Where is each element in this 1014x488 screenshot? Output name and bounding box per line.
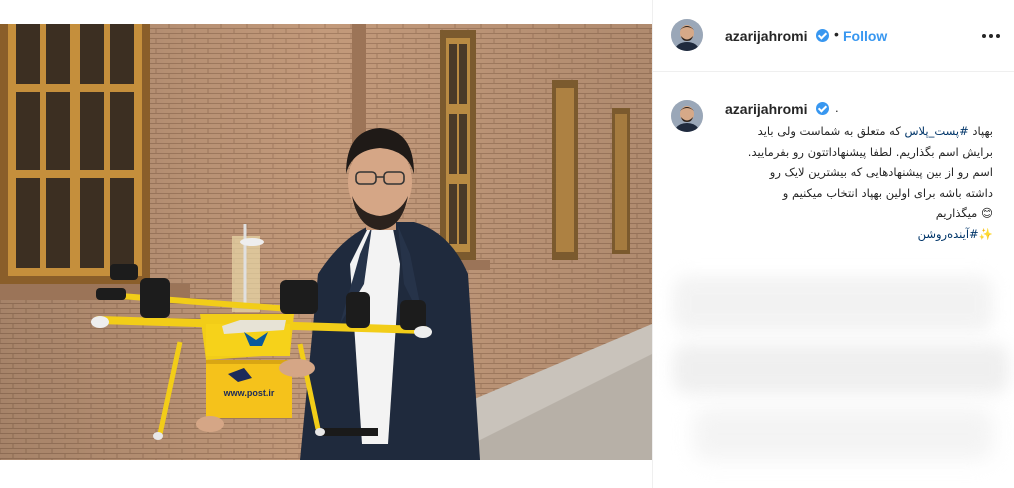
more-options-icon[interactable] <box>981 26 1001 46</box>
avatar[interactable] <box>671 19 703 51</box>
blurred-comments <box>653 240 1014 488</box>
post-header: azarijahromi • Follow <box>653 0 1014 72</box>
avatar-image <box>671 19 703 51</box>
instagram-post: www.post.ir azarijahromi • Follow azarij… <box>0 0 1014 488</box>
caption-line1-prefix: بهپاد <box>968 124 993 138</box>
caption-line4: داشته باشه برای اولین بهپاد انتخاب میکنی… <box>782 185 993 200</box>
username-link[interactable]: azarijahromi <box>725 28 807 44</box>
post-caption: بهپاد #پست_پلاس که متعلق به شماست ولی با… <box>719 121 993 244</box>
hashtag-bright-future[interactable]: #آینده‌روشن <box>918 227 979 241</box>
caption-username-link[interactable]: azarijahromi <box>725 101 807 117</box>
hashtag-post-plus[interactable]: #پست_پلاس <box>904 124 968 138</box>
caption-trail-text: . <box>835 100 839 115</box>
caption-line5: میگذاریم <box>935 206 978 220</box>
caption-avatar-image <box>671 100 703 132</box>
smile-emoji-icon: 😊 <box>981 206 993 220</box>
verified-badge-icon <box>816 29 829 42</box>
post-sidebar: azarijahromi • Follow azarijahromi . بهپ… <box>652 0 1014 488</box>
photo-illustration: www.post.ir <box>0 24 652 460</box>
follow-button[interactable]: Follow <box>843 28 887 44</box>
blurred-comment <box>673 276 993 332</box>
sparkles-emoji-icon: ✨ <box>978 226 993 241</box>
caption-line3: اسم رو از بین پیشنهادهایی که بیشترین لای… <box>769 165 993 179</box>
caption-verified-badge-icon <box>816 102 829 115</box>
caption-avatar[interactable] <box>671 100 703 132</box>
blurred-comment <box>693 408 993 460</box>
post-photo[interactable]: www.post.ir <box>0 24 652 460</box>
blurred-comment <box>673 344 1009 394</box>
caption-line1-suffix: که متعلق به شماست ولی باید <box>757 124 905 138</box>
caption-line2: برایش اسم بگذاریم. لطفا پیشنهاداتتون رو … <box>747 144 993 159</box>
drone-box-url: www.post.ir <box>223 388 275 398</box>
header-separator: • <box>834 26 839 42</box>
